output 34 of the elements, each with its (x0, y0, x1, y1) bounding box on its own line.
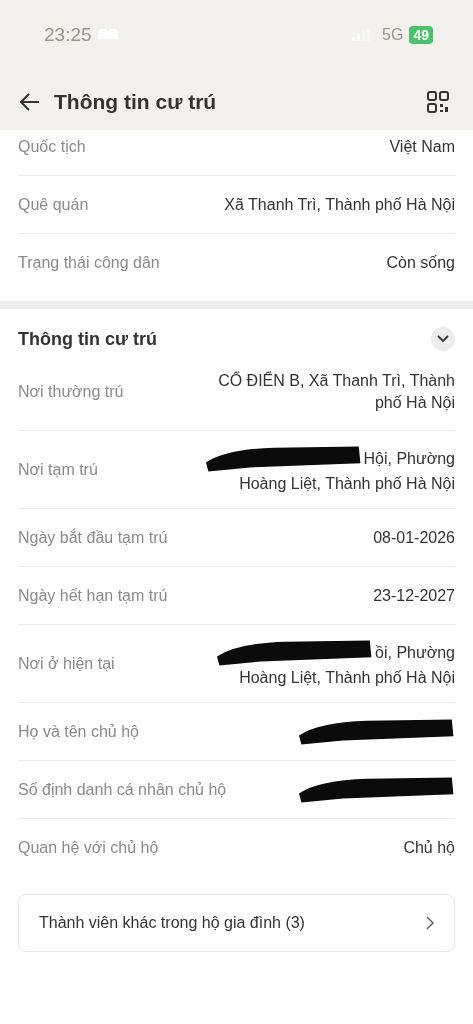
field-label: Ngày bắt đầu tạm trú (18, 528, 168, 547)
field-label: Nơi thường trú (18, 382, 124, 401)
field-label: Ngày hết hạn tạm trú (18, 586, 168, 605)
field-value: phố Hà Nội (374, 392, 455, 413)
field-label: Quốc tịch (18, 137, 86, 156)
collapse-button[interactable] (431, 327, 455, 351)
field-value: 08-01-2026 (373, 527, 455, 548)
field-label: Nơi ở hiện tại (18, 654, 115, 673)
chevron-right-icon (426, 916, 434, 930)
network-type: 5G (382, 26, 404, 44)
field-value: 23-12-2027 (373, 585, 455, 606)
qr-code-icon[interactable] (427, 91, 449, 113)
field-value: ồi, Phường (375, 642, 455, 663)
back-arrow-icon[interactable] (20, 93, 40, 111)
status-time: 23:25 (44, 24, 92, 46)
field-label: Số định danh cá nhân chủ hộ (18, 780, 227, 799)
field-label: Trạng thái công dân (18, 253, 160, 272)
section-title: Thông tin cư trú (18, 328, 157, 350)
page-title: Thông tin cư trú (54, 90, 217, 114)
field-value: Chủ hộ (403, 837, 455, 858)
field-label: Nơi tạm trú (18, 460, 98, 479)
field-value: Hội, Phường (363, 448, 455, 469)
field-value: Hoàng Liệt, Thành phố Hà Nội (239, 667, 455, 688)
chevron-down-icon (437, 335, 449, 343)
field-value: Xã Thanh Trì, Thành phố Hà Nội (224, 194, 455, 215)
field-label: Quê quán (18, 195, 89, 214)
battery-level: 49 (409, 26, 433, 44)
field-value: Việt Nam (389, 136, 455, 157)
field-label: Quan hệ với chủ hộ (18, 838, 159, 857)
household-members-link[interactable]: Thành viên khác trong hộ gia đình (3) (18, 894, 455, 952)
field-value: CỔ ĐIỂN B, Xã Thanh Trì, Thành (218, 370, 455, 391)
field-value: Hoàng Liệt, Thành phố Hà Nội (239, 473, 455, 494)
field-label: Họ và tên chủ hộ (18, 722, 139, 741)
field-value: Còn sống (386, 252, 455, 273)
